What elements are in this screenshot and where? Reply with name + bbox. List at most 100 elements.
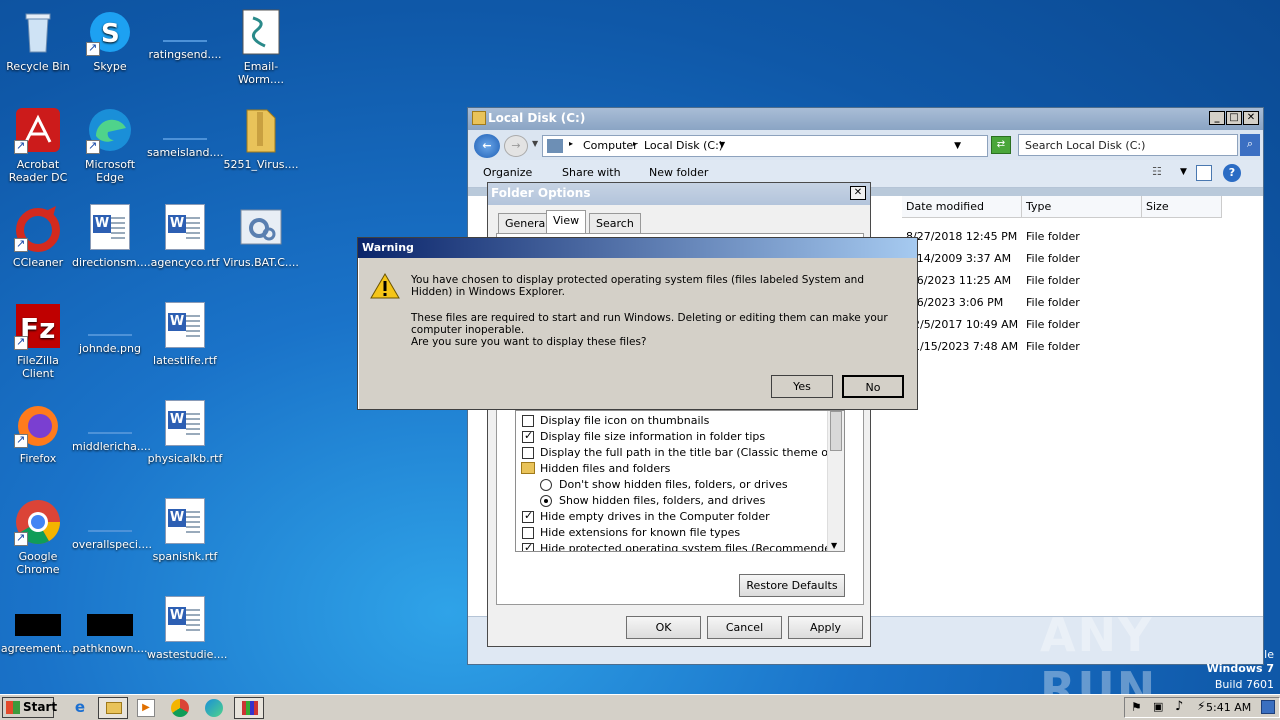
new-folder-button[interactable]: New folder [649, 166, 708, 179]
close-button[interactable]: ✕ [850, 186, 866, 200]
restore-defaults-button[interactable]: Restore Defaults [739, 574, 845, 597]
history-dropdown-icon[interactable]: ▼ [532, 139, 538, 148]
radio[interactable] [540, 479, 552, 491]
chevron-right-icon[interactable]: ▸ [633, 139, 637, 148]
column-size[interactable]: Size [1142, 196, 1222, 218]
tab-view[interactable]: View [546, 210, 587, 234]
desktop-file-ratingsend[interactable]: ratingsend.... [147, 4, 223, 61]
app-icon [242, 701, 258, 715]
row-type: File folder [1026, 296, 1080, 309]
flag-icon[interactable]: ⚑ [1131, 700, 1142, 714]
checkbox[interactable] [522, 541, 534, 551]
ok-button[interactable]: OK [626, 616, 701, 639]
desktop-file-email-worm[interactable]: Email-Worm.... [223, 4, 299, 86]
edge-icon[interactable] [205, 699, 223, 717]
advanced-settings-list[interactable]: Display file icon on thumbnails Display … [515, 410, 845, 552]
start-button[interactable]: Start [2, 697, 57, 718]
chrome-icon[interactable]: Google Chrome [0, 494, 76, 576]
desktop-file-johnde[interactable]: johnde.png [72, 298, 148, 355]
desktop-file-spanishk[interactable]: W spanishk.rtf [147, 494, 223, 563]
desktop-file-virus-bat[interactable]: Virus.BAT.C.... [223, 200, 299, 269]
column-date-modified[interactable]: Date modified [902, 196, 1022, 218]
maximize-button[interactable]: □ [1226, 111, 1242, 125]
back-arrow-icon[interactable]: ← [474, 134, 500, 158]
organize-menu[interactable]: Organize [483, 166, 532, 179]
zip-folder-icon [237, 106, 285, 154]
desktop-folder-5251-virus[interactable]: 5251_Virus.... [223, 102, 299, 171]
desktop-file-sameisland[interactable]: sameisland.... [147, 102, 223, 159]
windows-partial-text: le [1264, 648, 1274, 661]
breadcrumb-local-disk[interactable]: Local Disk (C:) [644, 139, 723, 152]
desktop-file-overallspeci[interactable]: overallspeci.... [72, 494, 152, 551]
setting-label: Show hidden files, folders, and drives [559, 494, 766, 507]
show-desktop-icon[interactable] [1261, 700, 1275, 714]
address-dropdown-icon[interactable]: ▼ [954, 141, 961, 151]
ccleaner-icon[interactable]: CCleaner [0, 200, 76, 269]
search-icon[interactable]: ⌕ [1240, 134, 1260, 156]
radio[interactable] [540, 495, 552, 507]
view-options-icon[interactable]: ☷ [1152, 165, 1170, 181]
app-task-button[interactable] [234, 697, 264, 719]
warning-message: You have chosen to display protected ope… [411, 274, 901, 362]
row-date: 8/27/2018 12:45 PM [906, 230, 1018, 243]
apply-button[interactable]: Apply [788, 616, 863, 639]
volume-icon[interactable]: ♪ [1175, 699, 1183, 714]
breadcrumb-computer[interactable]: Computer [583, 139, 638, 152]
no-button[interactable]: No [842, 375, 904, 398]
power-icon[interactable]: ⚡ [1197, 699, 1205, 713]
view-dropdown-icon[interactable]: ▼ [1180, 167, 1187, 177]
scrollbar-thumb[interactable] [830, 411, 842, 451]
forward-arrow-icon[interactable]: → [504, 135, 528, 157]
checkbox[interactable] [522, 509, 534, 523]
skype-icon[interactable]: S Skype [72, 4, 148, 73]
search-box[interactable]: Search Local Disk (C:) [1018, 134, 1238, 156]
checkbox[interactable] [522, 447, 534, 459]
minimize-button[interactable]: _ [1209, 111, 1225, 125]
scrollbar[interactable]: ▼ [827, 411, 844, 551]
desktop-file-middlericha[interactable]: middlericha.... [72, 396, 151, 453]
desktop-file-latestlife[interactable]: W latestlife.rtf [147, 298, 223, 367]
address-bar[interactable]: ▸ Computer ▸ Local Disk (C:) ▼ ▼ [542, 135, 988, 157]
close-button[interactable]: ✕ [1243, 111, 1259, 125]
search-input[interactable]: Search Local Disk (C:) [1025, 139, 1145, 152]
file-thumbnail [88, 316, 132, 336]
cancel-button[interactable]: Cancel [707, 616, 782, 639]
chevron-down-icon[interactable]: ▼ [719, 140, 725, 149]
desktop-file-agreement[interactable]: agreement.... [0, 596, 76, 655]
checkbox[interactable] [522, 429, 534, 443]
desktop-file-wastestudie[interactable]: W wastestudie.... [147, 592, 227, 661]
tab-search[interactable]: Search [589, 213, 641, 233]
yes-button[interactable]: Yes [771, 375, 833, 398]
folder-options-titlebar[interactable]: Folder Options ✕ [488, 183, 870, 205]
media-player-icon[interactable]: ▶ [137, 699, 155, 717]
chrome-icon[interactable] [171, 699, 189, 717]
desktop-file-pathknown[interactable]: pathknown.... [72, 596, 148, 655]
checkbox[interactable] [522, 527, 534, 539]
windows-logo-icon [6, 701, 20, 714]
preview-pane-icon[interactable] [1196, 165, 1212, 181]
desktop-file-physicalkb[interactable]: W physicalkb.rtf [147, 396, 223, 465]
recycle-bin-icon[interactable]: Recycle Bin [0, 4, 76, 73]
help-icon[interactable]: ? [1223, 164, 1241, 182]
desktop-file-agencyco[interactable]: W agencyco.rtf [147, 200, 223, 269]
explorer-task-button[interactable] [98, 697, 128, 719]
internet-explorer-icon[interactable]: e [69, 698, 91, 718]
edge-icon[interactable]: Microsoft Edge [72, 102, 148, 184]
scroll-down-icon[interactable]: ▼ [831, 541, 837, 550]
clock[interactable]: 5:41 AM [1206, 701, 1251, 714]
acrobat-reader-icon[interactable]: Acrobat Reader DC [0, 102, 76, 184]
refresh-icon[interactable]: ⇄ [991, 136, 1011, 154]
warning-titlebar[interactable]: Warning [358, 238, 917, 258]
row-date: 7/14/2009 3:37 AM [906, 252, 1012, 265]
row-type: File folder [1026, 340, 1080, 353]
desktop-file-directions[interactable]: W directionsm.... [72, 200, 151, 269]
column-type[interactable]: Type [1022, 196, 1142, 218]
share-with-menu[interactable]: Share with [562, 166, 621, 179]
checkbox[interactable] [522, 415, 534, 427]
folder-options-title: Folder Options [491, 186, 591, 200]
explorer-titlebar[interactable]: Local Disk (C:) _ □ ✕ [468, 108, 1263, 130]
firefox-icon[interactable]: Firefox [0, 396, 76, 465]
filezilla-icon[interactable]: Fz FileZilla Client [0, 298, 76, 380]
network-icon[interactable]: ▣ [1153, 700, 1163, 713]
taskbar: Start e ▶ ⚑ ▣ ♪ ⚡ 5:41 AM [0, 694, 1280, 720]
